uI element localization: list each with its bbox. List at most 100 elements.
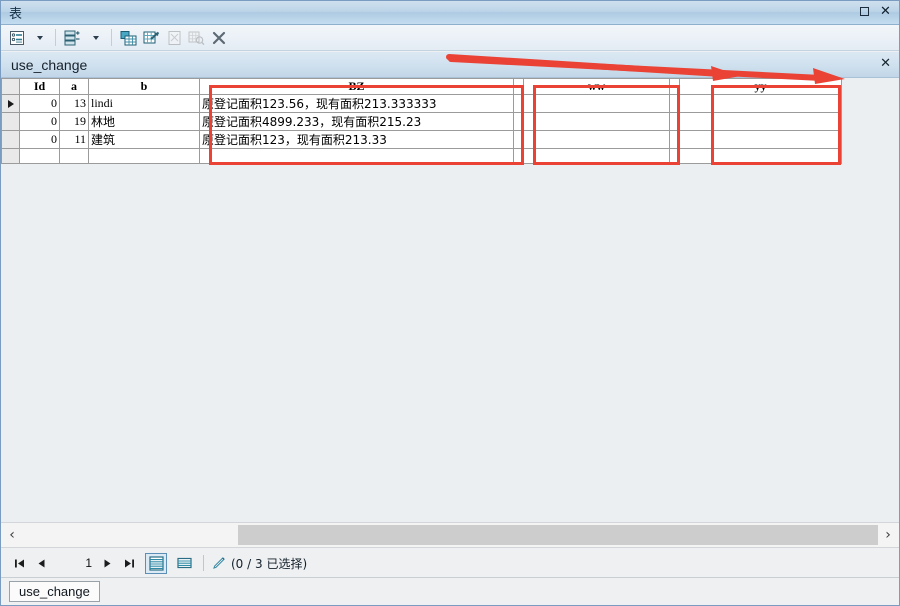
cell-bz[interactable]	[199, 148, 514, 164]
window-title: 表	[9, 6, 23, 21]
table-options-caret[interactable]	[29, 28, 49, 48]
delete-field-icon	[143, 30, 160, 46]
data-grid: Id a b BZ ww yy 0 13 lindi 原登记面积123.56，现…	[1, 78, 842, 164]
window-buttons: ✕	[857, 4, 893, 19]
scroll-thumb[interactable]	[238, 525, 878, 545]
chevron-down-icon	[92, 35, 99, 40]
cell-yy[interactable]	[679, 94, 842, 113]
restore-icon	[860, 7, 869, 16]
column-header-id[interactable]: Id	[19, 78, 60, 95]
title-bar: 表 ✕	[1, 1, 899, 25]
cell-gap-1	[513, 130, 524, 149]
cell-a[interactable]	[59, 148, 89, 164]
scroll-left-button[interactable]: ‹	[1, 523, 23, 547]
table-row[interactable]: 0 19 林地 原登记面积4899.233，现有面积215.23	[1, 112, 842, 131]
grid-body: 0 13 lindi 原登记面积123.56，现有面积213.333333 0 …	[1, 94, 842, 164]
row-selector[interactable]	[1, 130, 20, 149]
last-record-icon	[124, 559, 134, 567]
horizontal-scrollbar[interactable]: ‹ ›	[1, 522, 899, 548]
cell-b[interactable]	[88, 148, 200, 164]
view-table-button[interactable]	[145, 552, 167, 574]
row-selector[interactable]	[1, 94, 20, 113]
toolbar-separator-1	[55, 29, 56, 46]
delete-x-icon	[212, 31, 226, 45]
cell-a[interactable]: 13	[59, 94, 89, 113]
cell-gap-1	[513, 112, 524, 131]
column-header-ww[interactable]: ww	[523, 78, 670, 95]
chevron-down-icon	[36, 35, 43, 40]
cell-bz[interactable]: 原登记面积123.56，现有面积213.333333	[199, 94, 514, 113]
cell-bz[interactable]: 原登记面积4899.233，现有面积215.23	[199, 112, 514, 131]
panel-close-button[interactable]: ✕	[880, 56, 891, 71]
cell-gap-2	[669, 148, 680, 164]
cell-gap-2	[669, 112, 680, 131]
column-header-b[interactable]: b	[88, 78, 200, 95]
table-toolbar	[1, 25, 899, 51]
cell-ww[interactable]	[523, 94, 670, 113]
column-gap-1	[513, 78, 524, 95]
delete-button[interactable]	[209, 28, 229, 48]
related-tables-icon	[64, 30, 81, 46]
related-tables-button[interactable]	[62, 28, 83, 48]
column-header-yy[interactable]: yy	[679, 78, 842, 95]
cell-b[interactable]: lindi	[88, 94, 200, 113]
close-icon: ✕	[880, 4, 891, 19]
table-row[interactable]: 0 13 lindi 原登记面积123.56，现有面积213.333333	[1, 94, 842, 113]
table-row[interactable]: 0 11 建筑 原登记面积123，现有面积213.33	[1, 130, 842, 149]
cell-yy[interactable]	[679, 130, 842, 149]
cell-bz[interactable]: 原登记面积123，现有面积213.33	[199, 130, 514, 149]
calculate-button	[164, 28, 184, 48]
restore-button[interactable]	[857, 4, 872, 19]
scroll-right-button[interactable]: ›	[877, 523, 899, 547]
zoom-selection-icon	[188, 30, 205, 46]
cell-gap-2	[669, 94, 680, 113]
tab-use-change[interactable]: use_change	[9, 581, 100, 602]
cell-id[interactable]: 0	[19, 130, 60, 149]
table-row[interactable]	[1, 148, 842, 164]
cell-id[interactable]: 0	[19, 94, 60, 113]
table-view-icon	[148, 555, 164, 571]
cell-gap-1	[513, 94, 524, 113]
previous-record-button[interactable]	[31, 553, 51, 573]
record-number[interactable]: 1	[53, 556, 95, 570]
previous-record-icon	[38, 559, 44, 567]
cell-ww[interactable]	[523, 148, 670, 164]
cell-b[interactable]: 建筑	[88, 130, 200, 149]
add-field-icon	[120, 30, 137, 46]
cell-a[interactable]: 19	[59, 112, 89, 131]
cell-a[interactable]: 11	[59, 130, 89, 149]
panel-title: use_change	[11, 57, 88, 73]
cell-ww[interactable]	[523, 130, 670, 149]
first-record-button[interactable]	[9, 553, 29, 573]
last-record-button[interactable]	[119, 553, 139, 573]
select-all-header[interactable]	[1, 78, 20, 95]
cell-id[interactable]: 0	[19, 112, 60, 131]
table-options-button[interactable]	[7, 28, 27, 48]
toolbar-separator-2	[111, 29, 112, 46]
data-grid-container[interactable]: Id a b BZ ww yy 0 13 lindi 原登记面积123.56，现…	[1, 78, 899, 522]
cell-ww[interactable]	[523, 112, 670, 131]
column-header-bz[interactable]: BZ	[199, 78, 514, 95]
table-panel-header: use_change ✕	[1, 52, 899, 78]
delete-field-button[interactable]	[141, 28, 162, 48]
view-form-button[interactable]	[173, 553, 195, 574]
table-options-icon	[9, 30, 25, 46]
cell-gap-2	[669, 130, 680, 149]
next-record-button[interactable]	[97, 553, 117, 573]
cell-id[interactable]	[19, 148, 60, 164]
tab-label: use_change	[19, 584, 90, 599]
row-selector[interactable]	[1, 148, 20, 164]
edit-pencil-icon	[212, 556, 226, 570]
add-field-button[interactable]	[118, 28, 139, 48]
cell-b[interactable]: 林地	[88, 112, 200, 131]
close-window-button[interactable]: ✕	[878, 4, 893, 19]
cell-yy[interactable]	[679, 148, 842, 164]
scroll-track[interactable]	[23, 523, 878, 547]
current-row-icon	[7, 100, 14, 109]
row-selector[interactable]	[1, 112, 20, 131]
cell-yy[interactable]	[679, 112, 842, 131]
column-header-a[interactable]: a	[59, 78, 89, 95]
cell-gap-1	[513, 148, 524, 164]
related-tables-caret[interactable]	[85, 28, 105, 48]
form-view-icon	[176, 557, 192, 568]
